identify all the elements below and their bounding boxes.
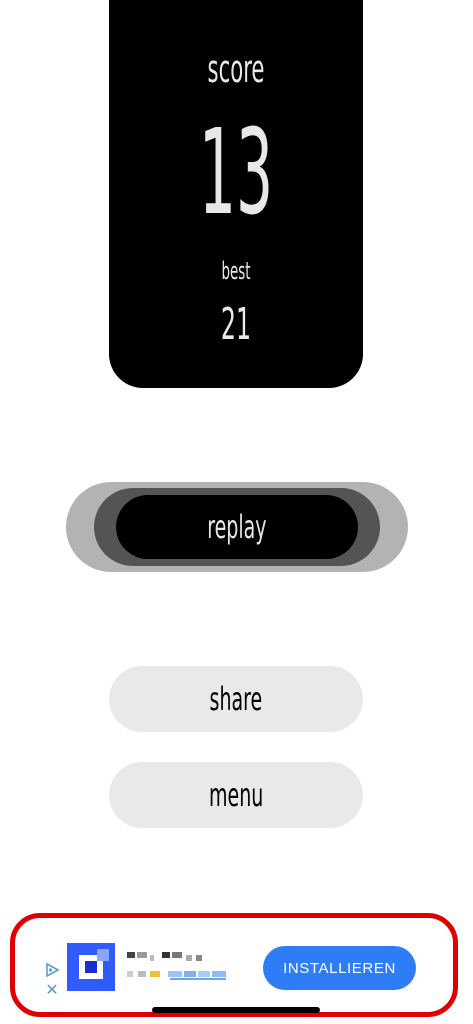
ad-app-icon-notch [97,949,109,961]
menu-button-label: menu [208,776,264,814]
ad-title-pixel [196,955,202,961]
best-value: 21 [220,299,252,350]
ad-rating-pixel [170,978,226,980]
replay-button-label: replay [207,508,267,546]
ad-rating-pixel [212,971,226,977]
score-label: score [207,47,265,91]
ad-title-pixel [172,952,182,958]
ad-rating-pixel [138,971,146,977]
ad-title-pixel [137,952,147,958]
ad-rating-pixel [184,971,196,977]
ad-app-icon[interactable] [67,943,115,991]
ad-title-pixel [150,955,154,961]
ad-rating-pixel [127,971,133,977]
ad-title-pixel [127,952,135,958]
ad-rating-pixel [198,971,210,977]
install-button[interactable]: INSTALLIEREN [263,946,416,990]
best-label: best [221,257,251,285]
share-button-label: share [209,680,263,718]
menu-button[interactable]: menu [109,762,363,828]
ad-rating-pixel [150,971,160,977]
ad-rating-pixel [168,971,182,977]
home-indicator [152,1007,320,1013]
ad-close-icon[interactable]: ✕ [44,982,60,998]
ad-title-pixel [162,952,170,958]
ad-app-icon-core [85,961,97,973]
score-card: score 13 best 21 [109,0,363,388]
replay-button[interactable]: replay [116,495,358,559]
ad-title-pixel [186,955,192,961]
share-button[interactable]: share [109,666,363,732]
score-value: 13 [198,103,274,241]
ad-choices-icon[interactable] [44,962,60,978]
